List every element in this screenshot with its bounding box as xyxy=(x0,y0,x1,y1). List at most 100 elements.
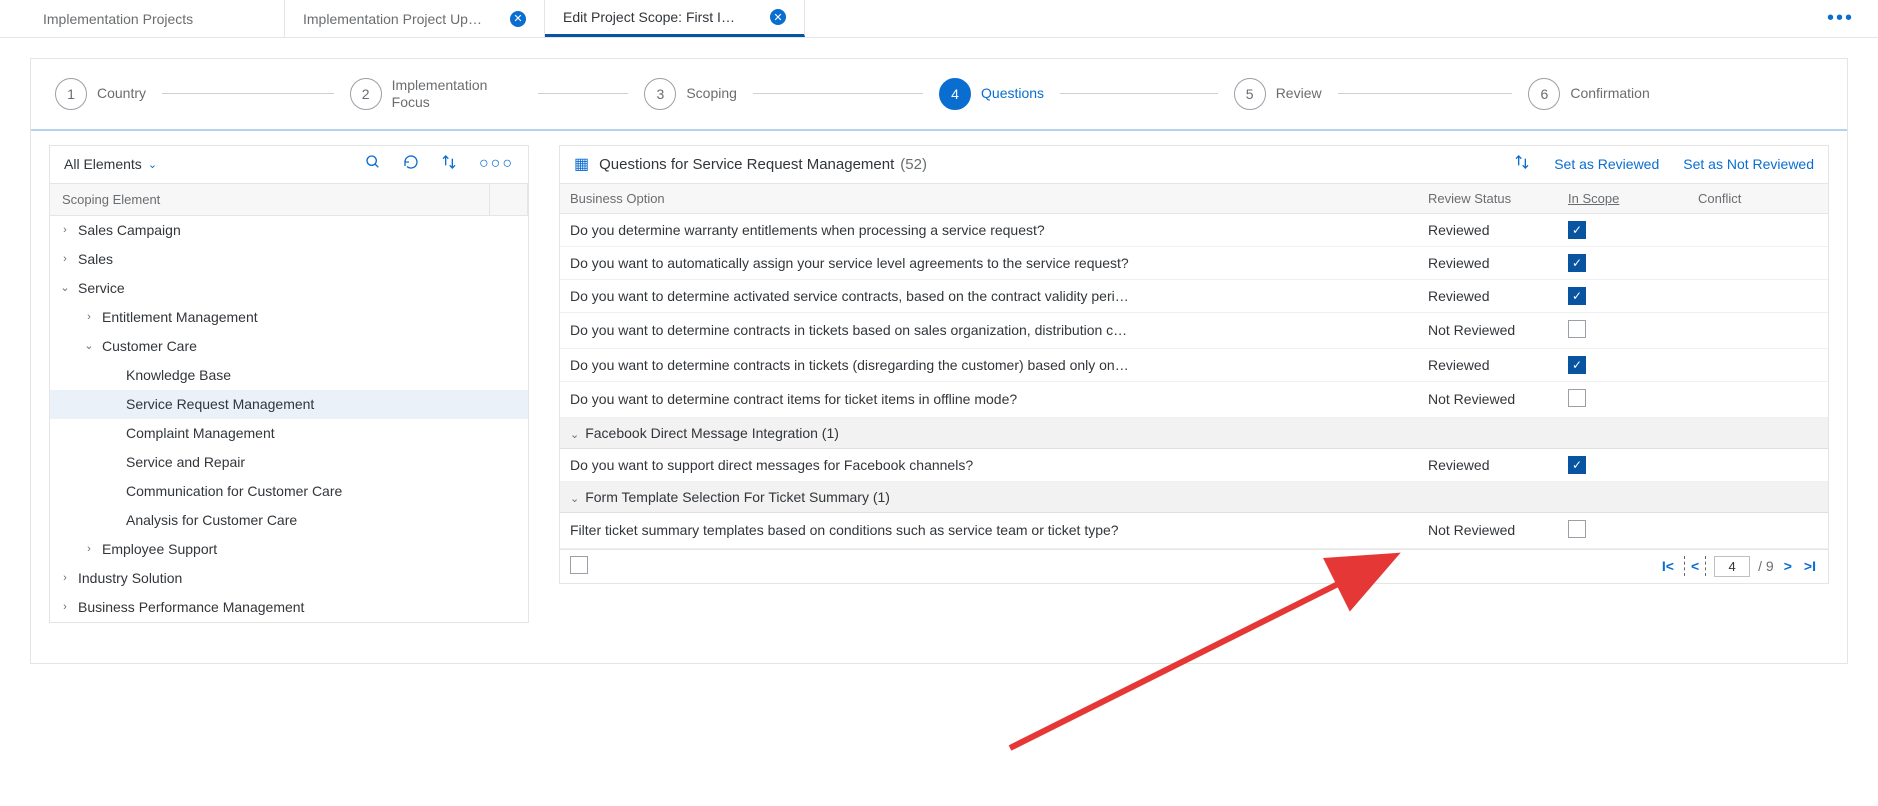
more-icon[interactable]: ○○○ xyxy=(479,155,514,173)
sort-icon[interactable] xyxy=(441,154,457,175)
tree-row[interactable]: Service Request Management xyxy=(50,390,528,419)
tree-row[interactable]: ›Entitlement Management xyxy=(50,303,528,332)
question-row[interactable]: Do you want to determine contracts in ti… xyxy=(560,313,1828,349)
conflict-cell xyxy=(1688,458,1828,472)
in-scope-checkbox[interactable] xyxy=(1568,520,1586,538)
pager-page-input[interactable]: 4 xyxy=(1714,556,1750,577)
tree-item-label: Sales xyxy=(78,251,520,267)
step-number: 3 xyxy=(644,78,676,110)
step-review[interactable]: 5 Review xyxy=(1234,78,1529,110)
questions-actions: Set as Reviewed Set as Not Reviewed xyxy=(1514,154,1814,175)
chevron-down-icon[interactable]: ⌄ xyxy=(58,281,72,294)
in-scope-checkbox[interactable]: ✓ xyxy=(1568,456,1586,474)
step-label: Implementation Focus xyxy=(392,77,522,111)
step-number: 4 xyxy=(939,78,971,110)
step-scoping[interactable]: 3 Scoping xyxy=(644,78,939,110)
tree-row[interactable]: Communication for Customer Care xyxy=(50,477,528,506)
group-row[interactable]: ⌄Form Template Selection For Ticket Summ… xyxy=(560,482,1828,513)
tree-row[interactable]: Knowledge Base xyxy=(50,361,528,390)
chevron-right-icon[interactable]: › xyxy=(58,224,72,236)
tree-row[interactable]: Complaint Management xyxy=(50,419,528,448)
column-conflict[interactable]: Conflict xyxy=(1688,184,1828,213)
questions-title: Questions for Service Request Management xyxy=(599,156,894,173)
close-icon[interactable]: ✕ xyxy=(770,9,786,25)
filter-title[interactable]: All Elements xyxy=(64,156,142,172)
pager-total: / 9 xyxy=(1758,558,1774,574)
pager-last-icon[interactable]: >I xyxy=(1802,558,1818,574)
tab-label: Implementation Projects xyxy=(43,11,193,27)
step-connector xyxy=(538,93,629,94)
tree-row[interactable]: ›Industry Solution xyxy=(50,564,528,593)
review-status: Reviewed xyxy=(1418,450,1558,480)
chevron-down-icon[interactable]: ⌄ xyxy=(570,429,579,441)
question-row[interactable]: Do you want to determine activated servi… xyxy=(560,280,1828,313)
tree-item-label: Service xyxy=(78,280,520,296)
tree-row[interactable]: ⌄ Service xyxy=(50,274,528,303)
tree-row[interactable]: Analysis for Customer Care xyxy=(50,506,528,535)
chevron-right-icon[interactable]: › xyxy=(58,572,72,584)
chevron-right-icon[interactable]: › xyxy=(58,601,72,613)
pager-next-icon[interactable]: > xyxy=(1782,558,1794,574)
tree-row[interactable]: › Sales xyxy=(50,245,528,274)
tree-row[interactable]: Service and Repair xyxy=(50,448,528,477)
column-in-scope[interactable]: In Scope xyxy=(1558,184,1688,213)
step-implementation-focus[interactable]: 2 Implementation Focus xyxy=(350,77,645,111)
chevron-right-icon[interactable]: › xyxy=(82,543,96,555)
review-status: Reviewed xyxy=(1418,350,1558,380)
question-row[interactable]: Do you want to support direct messages f… xyxy=(560,449,1828,482)
tree-row[interactable]: › Sales Campaign xyxy=(50,216,528,245)
step-confirmation[interactable]: 6 Confirmation xyxy=(1528,78,1823,110)
in-scope-checkbox[interactable]: ✓ xyxy=(1568,254,1586,272)
in-scope-checkbox[interactable] xyxy=(1568,320,1586,338)
conflict-cell xyxy=(1688,392,1828,406)
question-row[interactable]: Filter ticket summary templates based on… xyxy=(560,513,1828,549)
set-as-not-reviewed-button[interactable]: Set as Not Reviewed xyxy=(1683,156,1814,172)
refresh-icon[interactable] xyxy=(403,154,419,175)
pager-left xyxy=(570,556,588,577)
chevron-down-icon[interactable]: ⌄ xyxy=(570,493,579,505)
in-scope-checkbox[interactable]: ✓ xyxy=(1568,287,1586,305)
chevron-down-icon[interactable]: ⌄ xyxy=(82,339,96,352)
step-number: 6 xyxy=(1528,78,1560,110)
tree-item-label: Sales Campaign xyxy=(78,222,520,238)
pager-first-icon[interactable]: I< xyxy=(1660,558,1676,574)
scoping-tree: › Sales Campaign › Sales ⌄ Service ›Entitlemen… xyxy=(50,216,528,622)
step-questions[interactable]: 4 Questions xyxy=(939,78,1234,110)
question-row[interactable]: Do you want to automatically assign your… xyxy=(560,247,1828,280)
tree-toolbar: All Elements ⌄ ○○○ xyxy=(50,146,528,184)
search-icon[interactable] xyxy=(365,154,381,175)
review-status: Reviewed xyxy=(1418,281,1558,311)
group-label: Facebook Direct Message Integration (1) xyxy=(585,425,839,441)
tree-row[interactable]: ⌄Customer Care xyxy=(50,332,528,361)
column-review-status[interactable]: Review Status xyxy=(1418,184,1558,213)
in-scope-checkbox[interactable] xyxy=(1568,389,1586,407)
group-row[interactable]: ⌄ Facebook Direct Message Integration (1) xyxy=(560,418,1828,449)
tree-item-label: Knowledge Base xyxy=(126,367,520,383)
step-country[interactable]: 1 Country xyxy=(55,78,350,110)
question-row[interactable]: Do you want to determine contracts in ti… xyxy=(560,349,1828,382)
set-as-reviewed-button[interactable]: Set as Reviewed xyxy=(1554,156,1659,172)
tab-edit-project-scope[interactable]: Edit Project Scope: First I… ✕ xyxy=(545,0,805,37)
questions-grid-body: Do you determine warranty entitlements w… xyxy=(560,214,1828,549)
page-container: 1 Country 2 Implementation Focus 3 Scopi… xyxy=(30,58,1848,664)
step-label: Review xyxy=(1276,85,1322,102)
overflow-menu-icon[interactable]: ••• xyxy=(1803,0,1878,37)
tab-implementation-projects[interactable]: Implementation Projects xyxy=(25,0,285,37)
tree-row[interactable]: ›Employee Support xyxy=(50,535,528,564)
sort-icon[interactable] xyxy=(1514,154,1530,175)
in-scope-checkbox[interactable]: ✓ xyxy=(1568,221,1586,239)
tab-implementation-project-update[interactable]: Implementation Project Up… ✕ xyxy=(285,0,545,37)
tree-row[interactable]: ›Business Performance Management xyxy=(50,593,528,622)
question-row[interactable]: Do you determine warranty entitlements w… xyxy=(560,214,1828,247)
question-row[interactable]: Do you want to determine contract items … xyxy=(560,382,1828,418)
tree-item-label: Service Request Management xyxy=(126,396,520,412)
in-scope-checkbox[interactable]: ✓ xyxy=(1568,356,1586,374)
column-business-option[interactable]: Business Option xyxy=(560,184,1418,213)
question-text: Do you want to determine contracts in ti… xyxy=(560,315,1418,345)
select-all-checkbox[interactable] xyxy=(570,556,588,574)
chevron-right-icon[interactable]: › xyxy=(82,311,96,323)
close-icon[interactable]: ✕ xyxy=(510,11,526,27)
pager-prev-icon[interactable]: < xyxy=(1684,556,1706,576)
chevron-right-icon[interactable]: › xyxy=(58,253,72,265)
chevron-down-icon[interactable]: ⌄ xyxy=(148,158,157,171)
